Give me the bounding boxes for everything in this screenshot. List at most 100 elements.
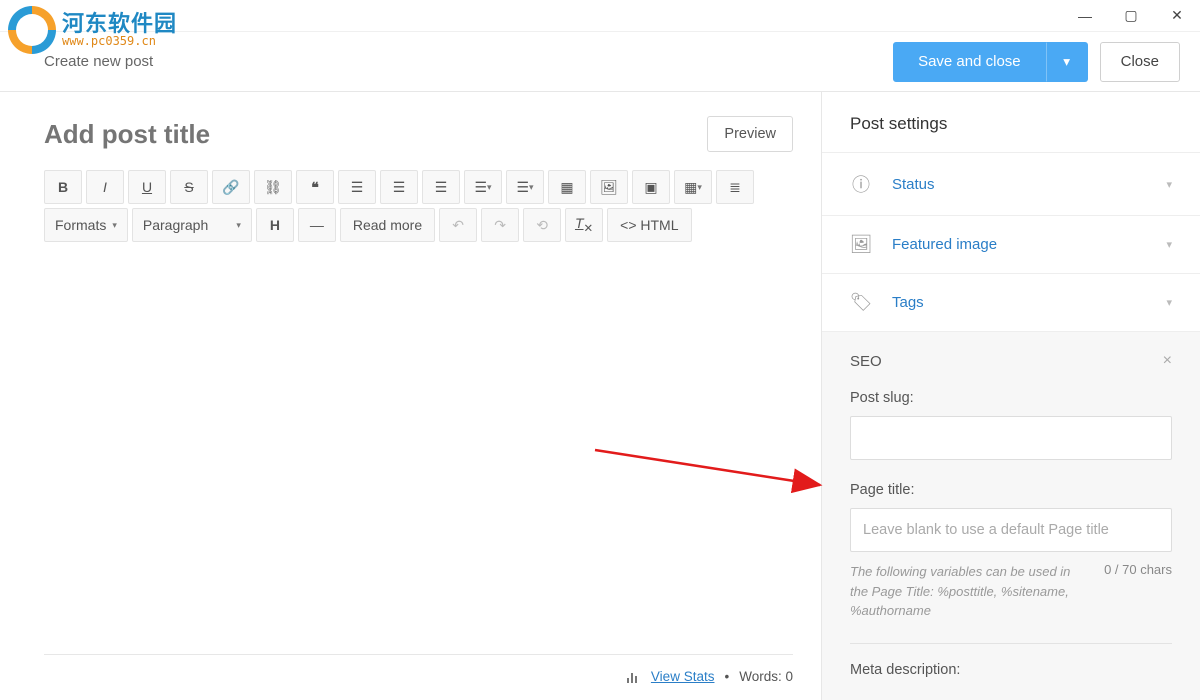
html-icon: <>: [620, 217, 636, 233]
save-split-button: Save and close ▾: [893, 42, 1088, 82]
minimize-icon: —: [1078, 8, 1092, 24]
sidebar-heading: Post settings: [822, 92, 1200, 152]
underline-icon: U: [142, 179, 152, 195]
save-dropdown-button[interactable]: ▾: [1046, 42, 1088, 82]
image-icon: 🖼: [850, 234, 872, 255]
video-button[interactable]: ▣: [632, 170, 670, 204]
quote-icon: ❝: [311, 179, 319, 196]
seo-panel: SEO × Post slug: Page title: The followi…: [822, 331, 1200, 700]
revert-button[interactable]: ⟲: [523, 208, 561, 242]
seo-header: SEO ×: [850, 352, 1172, 370]
toc-button[interactable]: H: [256, 208, 294, 242]
ordered-list-icon: ☰: [516, 179, 529, 196]
title-row: Preview: [44, 116, 793, 152]
minimize-button[interactable]: —: [1062, 0, 1108, 32]
editor-body[interactable]: [44, 246, 793, 654]
footer-separator: •: [724, 669, 729, 684]
editor-pane: Preview B I U S 🔗 ⛓ ❝ ☰ ☰ ☰ ☰▾ ☰▾ ▦ 🖼 ▣ …: [0, 92, 822, 700]
italic-button[interactable]: I: [86, 170, 124, 204]
editor-footer: View Stats • Words: 0: [44, 654, 793, 684]
main-content: Preview B I U S 🔗 ⛓ ❝ ☰ ☰ ☰ ☰▾ ☰▾ ▦ 🖼 ▣ …: [0, 92, 1200, 700]
gallery-button[interactable]: 🖼: [590, 170, 628, 204]
maximize-button[interactable]: ▢: [1108, 0, 1154, 32]
sidebar-item-label: Tags: [892, 294, 1146, 311]
bold-icon: B: [58, 179, 68, 195]
window-close-button[interactable]: ✕: [1154, 0, 1200, 32]
table-button[interactable]: ▦▾: [674, 170, 712, 204]
word-count: Words: 0: [739, 669, 793, 684]
page-header: Create new post Save and close ▾ Close: [0, 32, 1200, 92]
bullet-list-button[interactable]: ☰▾: [464, 170, 502, 204]
image-icon: ▦: [560, 179, 573, 196]
caret-down-icon: ▾: [236, 220, 241, 231]
clear-format-icon: T✕: [575, 215, 593, 235]
save-button[interactable]: Save and close: [893, 42, 1046, 82]
page-title-input[interactable]: [850, 508, 1172, 552]
formats-label: Formats: [55, 217, 106, 233]
underline-button[interactable]: U: [128, 170, 166, 204]
post-title-input[interactable]: [44, 119, 568, 150]
page-title-help-row: The following variables can be used in t…: [850, 562, 1172, 621]
preview-button[interactable]: Preview: [707, 116, 793, 152]
close-icon: ✕: [1171, 7, 1183, 24]
sidebar-item-label: Featured image: [892, 236, 1146, 253]
bold-button[interactable]: B: [44, 170, 82, 204]
code-button[interactable]: ≣: [716, 170, 754, 204]
align-left-button[interactable]: ☰: [338, 170, 376, 204]
clear-format-button[interactable]: T✕: [565, 208, 603, 242]
page-title: Create new post: [44, 53, 153, 70]
formats-dropdown[interactable]: Formats ▾: [44, 208, 128, 242]
blockquote-button[interactable]: ❝: [296, 170, 334, 204]
header-actions: Save and close ▾ Close: [893, 42, 1180, 82]
paragraph-label: Paragraph: [143, 217, 208, 233]
caret-down-icon: ▾: [112, 220, 117, 231]
html-button[interactable]: <> HTML: [607, 208, 691, 242]
readmore-button[interactable]: Read more: [340, 208, 435, 242]
post-slug-field: Post slug:: [850, 390, 1172, 460]
meta-description-label: Meta description:: [850, 662, 1172, 678]
align-right-button[interactable]: ☰: [422, 170, 460, 204]
table-icon: ▦: [684, 179, 697, 196]
tag-icon: 🏷: [850, 292, 872, 313]
stats-icon: [627, 671, 637, 683]
link-button[interactable]: 🔗: [212, 170, 250, 204]
align-center-button[interactable]: ☰: [380, 170, 418, 204]
window-title-bar: — ▢ ✕: [0, 0, 1200, 32]
italic-icon: I: [103, 179, 107, 195]
info-icon: ⓘ: [850, 171, 872, 197]
video-icon: ▣: [644, 179, 657, 196]
unlink-button[interactable]: ⛓: [254, 170, 292, 204]
link-icon: 🔗: [222, 179, 239, 196]
align-right-icon: ☰: [435, 179, 448, 196]
sidebar-item-tags[interactable]: 🏷 Tags ▾: [822, 273, 1200, 331]
editor-toolbar-row-1: B I U S 🔗 ⛓ ❝ ☰ ☰ ☰ ☰▾ ☰▾ ▦ 🖼 ▣ ▦▾ ≣: [44, 170, 793, 204]
meta-description-field: Meta description:: [850, 643, 1172, 678]
align-left-icon: ☰: [351, 179, 364, 196]
toc-icon: H: [270, 217, 280, 233]
sidebar-item-status[interactable]: ⓘ Status ▾: [822, 152, 1200, 215]
gallery-icon: 🖼: [600, 179, 618, 196]
view-stats-link[interactable]: View Stats: [651, 669, 715, 684]
sidebar-item-label: Status: [892, 176, 1146, 193]
revert-icon: ⟲: [536, 217, 548, 234]
post-slug-input[interactable]: [850, 416, 1172, 460]
redo-button[interactable]: ↷: [481, 208, 519, 242]
strikethrough-icon: S: [184, 179, 193, 195]
unlink-icon: ⛓: [264, 179, 282, 196]
page-title-label: Page title:: [850, 482, 1172, 498]
paragraph-dropdown[interactable]: Paragraph ▾: [132, 208, 252, 242]
close-button[interactable]: Close: [1100, 42, 1180, 82]
hr-button[interactable]: —: [298, 208, 336, 242]
ordered-list-button[interactable]: ☰▾: [506, 170, 544, 204]
chevron-down-icon: ▾: [1166, 178, 1172, 191]
strikethrough-button[interactable]: S: [170, 170, 208, 204]
sidebar-item-featured-image[interactable]: 🖼 Featured image ▾: [822, 215, 1200, 273]
maximize-icon: ▢: [1124, 7, 1137, 24]
seo-close-button[interactable]: ×: [1163, 352, 1172, 370]
page-title-char-count: 0 / 70 chars: [1104, 562, 1172, 621]
caret-down-icon: ▾: [487, 182, 492, 193]
bullet-list-icon: ☰: [474, 179, 487, 196]
undo-button[interactable]: ↶: [439, 208, 477, 242]
code-icon: ≣: [729, 179, 741, 196]
image-button[interactable]: ▦: [548, 170, 586, 204]
